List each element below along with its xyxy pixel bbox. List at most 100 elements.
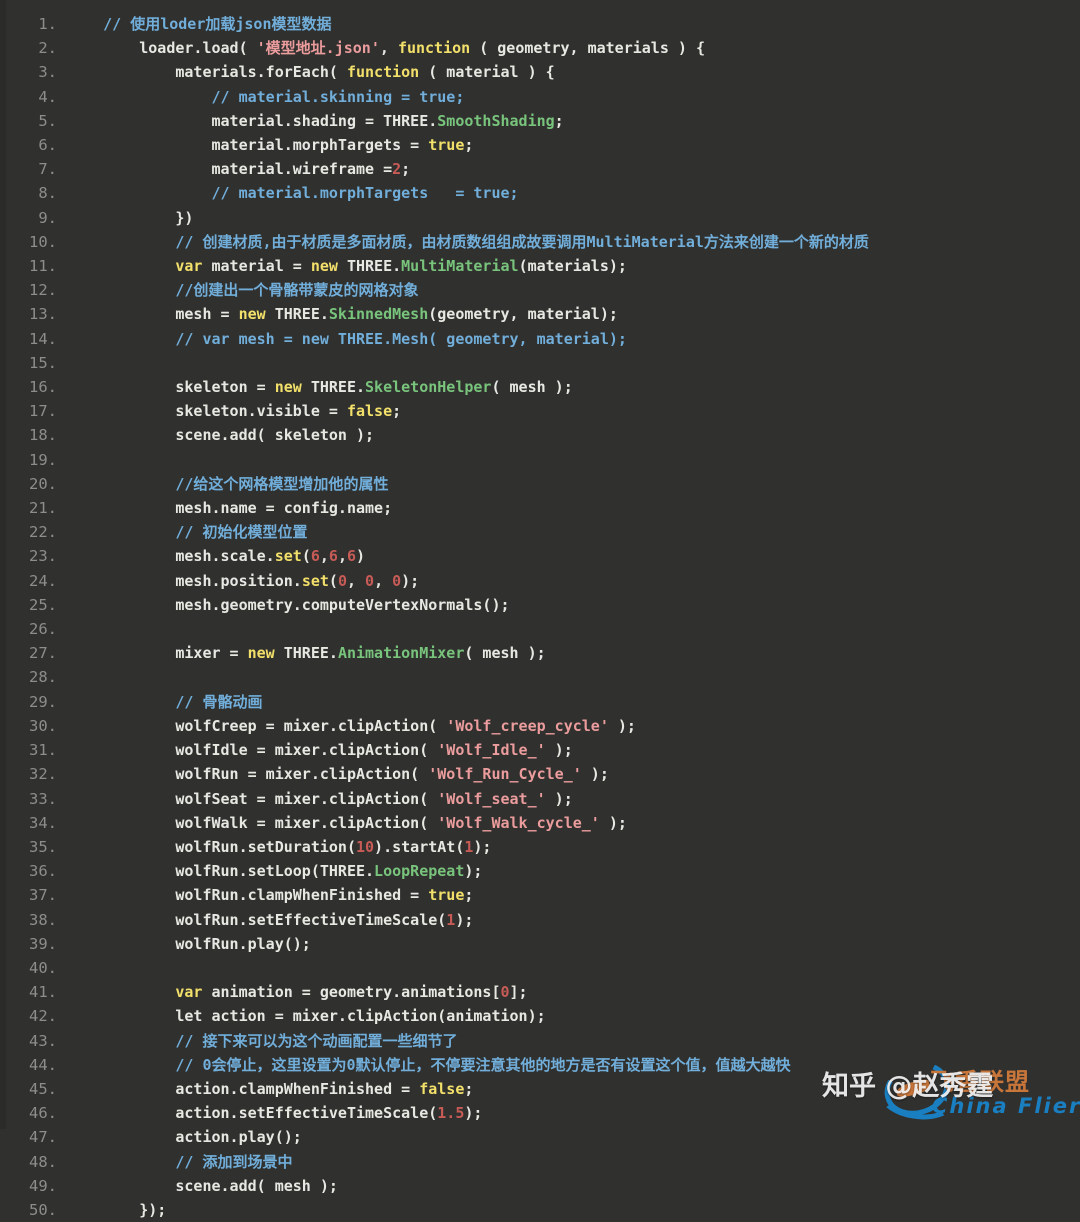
line-content[interactable]: }) xyxy=(67,206,1080,230)
code-line[interactable]: 27. mixer = new THREE.AnimationMixer( me… xyxy=(0,641,1080,665)
line-content[interactable] xyxy=(67,665,1080,689)
line-content[interactable] xyxy=(67,448,1080,472)
line-content[interactable]: // material.morphTargets = true; xyxy=(67,181,1080,205)
code-line[interactable]: 20. //给这个网格模型增加他的属性 xyxy=(0,472,1080,496)
line-content[interactable]: mesh.position.set(0, 0, 0); xyxy=(67,569,1080,593)
line-content[interactable]: mesh = new THREE.SkinnedMesh(geometry, m… xyxy=(67,302,1080,326)
line-content[interactable]: wolfRun.play(); xyxy=(67,932,1080,956)
line-content[interactable]: // material.skinning = true; xyxy=(67,85,1080,109)
code-line[interactable]: 48. // 添加到场景中 xyxy=(0,1150,1080,1174)
code-line[interactable]: 30. wolfCreep = mixer.clipAction( 'Wolf_… xyxy=(0,714,1080,738)
line-content[interactable]: //给这个网格模型增加他的属性 xyxy=(67,472,1080,496)
line-content[interactable]: mesh.geometry.computeVertexNormals(); xyxy=(67,593,1080,617)
code-line[interactable]: 50. }); xyxy=(0,1198,1080,1222)
code-line[interactable]: 28. xyxy=(0,665,1080,689)
line-content[interactable]: // 创建材质,由于材质是多面材质，由材质数组组成故要调用MultiMateri… xyxy=(67,230,1080,254)
line-content[interactable]: wolfRun = mixer.clipAction( 'Wolf_Run_Cy… xyxy=(67,762,1080,786)
code-line[interactable]: 1. // 使用loder加载json模型数据 xyxy=(0,12,1080,36)
code-line[interactable]: 15. xyxy=(0,351,1080,375)
code-token-plain: THREE. xyxy=(265,305,329,324)
line-content[interactable] xyxy=(67,617,1080,641)
code-line[interactable]: 35. wolfRun.setDuration(10).startAt(1); xyxy=(0,835,1080,859)
line-content[interactable]: material.shading = THREE.SmoothShading; xyxy=(67,109,1080,133)
code-line[interactable]: 10. // 创建材质,由于材质是多面材质，由材质数组组成故要调用MultiMa… xyxy=(0,230,1080,254)
line-content[interactable]: let action = mixer.clipAction(animation)… xyxy=(67,1004,1080,1028)
line-content[interactable]: scene.add( skeleton ); xyxy=(67,423,1080,447)
code-line[interactable]: 3. materials.forEach( function ( materia… xyxy=(0,60,1080,84)
line-content[interactable]: wolfRun.setEffectiveTimeScale(1); xyxy=(67,908,1080,932)
code-line[interactable]: 9. }) xyxy=(0,206,1080,230)
code-line[interactable]: 17. skeleton.visible = false; xyxy=(0,399,1080,423)
code-line[interactable]: 5. material.shading = THREE.SmoothShadin… xyxy=(0,109,1080,133)
line-content[interactable]: mesh.name = config.name; xyxy=(67,496,1080,520)
code-line[interactable]: 2. loader.load( '模型地址.json', function ( … xyxy=(0,36,1080,60)
code-token-number: 1.5 xyxy=(437,1104,465,1123)
code-line[interactable]: 22. // 初始化模型位置 xyxy=(0,520,1080,544)
code-line[interactable]: 13. mesh = new THREE.SkinnedMesh(geometr… xyxy=(0,302,1080,326)
line-number: 21. xyxy=(29,499,57,518)
code-line[interactable]: 4. // material.skinning = true; xyxy=(0,85,1080,109)
line-content[interactable]: wolfRun.setLoop(THREE.LoopRepeat); xyxy=(67,859,1080,883)
line-content[interactable]: //创建出一个骨骼带蒙皮的网格对象 xyxy=(67,278,1080,302)
code-line[interactable]: 21. mesh.name = config.name; xyxy=(0,496,1080,520)
code-line[interactable]: 24. mesh.position.set(0, 0, 0); xyxy=(0,569,1080,593)
line-content[interactable]: mixer = new THREE.AnimationMixer( mesh )… xyxy=(67,641,1080,665)
line-content[interactable]: // 接下来可以为这个动画配置一些细节了 xyxy=(67,1029,1080,1053)
code-token-plain: wolfSeat = mixer.clipAction( xyxy=(67,789,438,808)
code-line[interactable]: 42. let action = mixer.clipAction(animat… xyxy=(0,1004,1080,1028)
line-content[interactable]: wolfRun.setDuration(10).startAt(1); xyxy=(67,835,1080,859)
line-content[interactable]: // 使用loder加载json模型数据 xyxy=(67,12,1080,36)
line-content[interactable] xyxy=(67,956,1080,980)
line-number: 27. xyxy=(29,644,57,663)
code-line[interactable]: 18. scene.add( skeleton ); xyxy=(0,423,1080,447)
code-line[interactable]: 39. wolfRun.play(); xyxy=(0,932,1080,956)
code-line[interactable]: 41. var animation = geometry.animations[… xyxy=(0,980,1080,1004)
line-content[interactable]: skeleton.visible = false; xyxy=(67,399,1080,423)
line-content[interactable]: materials.forEach( function ( material )… xyxy=(67,60,1080,84)
code-line[interactable]: 6. material.morphTargets = true; xyxy=(0,133,1080,157)
code-line[interactable]: 8. // material.morphTargets = true; xyxy=(0,181,1080,205)
line-content[interactable]: // 初始化模型位置 xyxy=(67,520,1080,544)
code-line[interactable]: 36. wolfRun.setLoop(THREE.LoopRepeat); xyxy=(0,859,1080,883)
line-content[interactable]: material.wireframe =2; xyxy=(67,157,1080,181)
code-token-plain: ); xyxy=(473,837,492,856)
line-content[interactable]: mesh.scale.set(6,6,6) xyxy=(67,544,1080,568)
line-content[interactable]: scene.add( mesh ); xyxy=(67,1174,1080,1198)
code-line[interactable]: 12. //创建出一个骨骼带蒙皮的网格对象 xyxy=(0,278,1080,302)
code-line[interactable]: 32. wolfRun = mixer.clipAction( 'Wolf_Ru… xyxy=(0,762,1080,786)
code-line[interactable]: 49. scene.add( mesh ); xyxy=(0,1174,1080,1198)
code-line[interactable]: 14. // var mesh = new THREE.Mesh( geomet… xyxy=(0,327,1080,351)
code-line[interactable]: 7. material.wireframe =2; xyxy=(0,157,1080,181)
line-content[interactable]: loader.load( '模型地址.json', function ( geo… xyxy=(67,36,1080,60)
code-line[interactable]: 26. xyxy=(0,617,1080,641)
code-line[interactable]: 43. // 接下来可以为这个动画配置一些细节了 xyxy=(0,1029,1080,1053)
code-line[interactable]: 29. // 骨骼动画 xyxy=(0,690,1080,714)
code-line[interactable]: 31. wolfIdle = mixer.clipAction( 'Wolf_I… xyxy=(0,738,1080,762)
code-line[interactable]: 25. mesh.geometry.computeVertexNormals()… xyxy=(0,593,1080,617)
line-content[interactable]: wolfSeat = mixer.clipAction( 'Wolf_seat_… xyxy=(67,787,1080,811)
line-content[interactable]: }); xyxy=(67,1198,1080,1222)
line-content[interactable]: skeleton = new THREE.SkeletonHelper( mes… xyxy=(67,375,1080,399)
line-content[interactable]: wolfIdle = mixer.clipAction( 'Wolf_Idle_… xyxy=(67,738,1080,762)
code-line[interactable]: 11. var material = new THREE.MultiMateri… xyxy=(0,254,1080,278)
line-content[interactable] xyxy=(67,351,1080,375)
line-content[interactable]: wolfRun.clampWhenFinished = true; xyxy=(67,883,1080,907)
line-content[interactable]: var material = new THREE.MultiMaterial(m… xyxy=(67,254,1080,278)
line-content[interactable]: wolfCreep = mixer.clipAction( 'Wolf_cree… xyxy=(67,714,1080,738)
code-line[interactable]: 33. wolfSeat = mixer.clipAction( 'Wolf_s… xyxy=(0,787,1080,811)
line-content[interactable]: // var mesh = new THREE.Mesh( geometry, … xyxy=(67,327,1080,351)
line-number: 43. xyxy=(29,1031,57,1050)
line-content[interactable]: wolfWalk = mixer.clipAction( 'Wolf_Walk_… xyxy=(67,811,1080,835)
line-content[interactable]: // 添加到场景中 xyxy=(67,1150,1080,1174)
code-line[interactable]: 16. skeleton = new THREE.SkeletonHelper(… xyxy=(0,375,1080,399)
code-line[interactable]: 40. xyxy=(0,956,1080,980)
line-content[interactable]: // 骨骼动画 xyxy=(67,690,1080,714)
code-token-keyword: var xyxy=(175,257,203,276)
code-line[interactable]: 19. xyxy=(0,448,1080,472)
line-content[interactable]: material.morphTargets = true; xyxy=(67,133,1080,157)
code-line[interactable]: 38. wolfRun.setEffectiveTimeScale(1); xyxy=(0,908,1080,932)
code-line[interactable]: 34. wolfWalk = mixer.clipAction( 'Wolf_W… xyxy=(0,811,1080,835)
line-content[interactable]: var animation = geometry.animations[0]; xyxy=(67,980,1080,1004)
code-line[interactable]: 23. mesh.scale.set(6,6,6) xyxy=(0,544,1080,568)
code-line[interactable]: 37. wolfRun.clampWhenFinished = true; xyxy=(0,883,1080,907)
